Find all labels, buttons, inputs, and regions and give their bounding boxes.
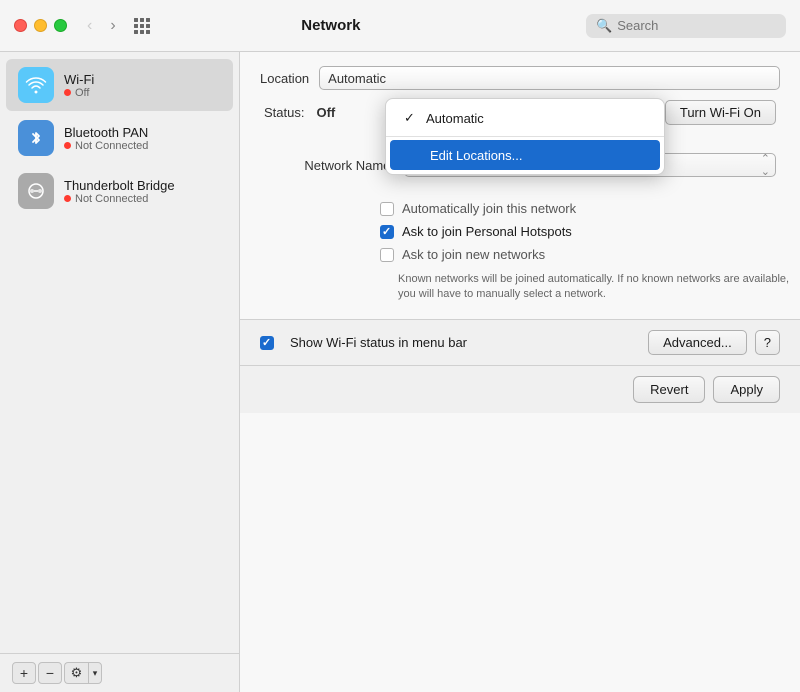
ask-hotspots-label: Ask to join Personal Hotspots — [402, 224, 572, 239]
location-bar: Location Automatic ✓ Automatic ✓ Edit Lo… — [240, 52, 800, 100]
apply-button[interactable]: Apply — [713, 376, 780, 403]
search-box[interactable]: 🔍 — [586, 14, 786, 38]
tb-item-status: Not Connected — [64, 193, 175, 205]
advanced-button[interactable]: Advanced... — [648, 330, 747, 355]
show-status-label: Show Wi-Fi status in menu bar — [290, 335, 467, 350]
bluetooth-icon — [18, 120, 54, 156]
dropdown-divider — [386, 136, 664, 137]
gear-select: ⚙ ▾ — [64, 662, 102, 684]
location-label: Location — [260, 71, 309, 86]
bt-item-status: Not Connected — [64, 140, 148, 152]
main-content: Wi-Fi Off Bluetooth PAN — [0, 52, 800, 692]
right-panel: Location Automatic ✓ Automatic ✓ Edit Lo… — [240, 52, 800, 692]
sidebar-list: Wi-Fi Off Bluetooth PAN — [0, 52, 239, 653]
turn-wifi-button[interactable]: Turn Wi-Fi On — [665, 100, 776, 125]
bt-status-dot — [64, 142, 71, 149]
ask-new-networks-row: Ask to join new networks — [240, 247, 800, 262]
thunderbolt-icon — [18, 173, 54, 209]
search-icon: 🔍 — [596, 18, 612, 34]
dropdown-item-automatic[interactable]: ✓ Automatic — [386, 103, 664, 133]
ask-new-networks-label: Ask to join new networks — [402, 247, 545, 262]
auto-join-label: Automatically join this network — [402, 201, 576, 216]
show-status-checkbox[interactable] — [260, 336, 274, 350]
tb-status-dot — [64, 195, 71, 202]
bottom-right-btns: Advanced... ? — [648, 330, 780, 355]
show-status-row: Show Wi-Fi status in menu bar — [260, 335, 638, 350]
status-label: Status: — [264, 105, 304, 120]
wifi-item-text: Wi-Fi Off — [64, 72, 94, 99]
revert-button[interactable]: Revert — [633, 376, 705, 403]
wifi-item-status: Off — [64, 87, 94, 99]
bottom-bar: Show Wi-Fi status in menu bar Advanced..… — [240, 319, 800, 365]
wifi-item-name: Wi-Fi — [64, 72, 94, 87]
help-text: Known networks will be joined automatica… — [240, 272, 800, 303]
checkmark-icon: ✓ — [404, 110, 418, 126]
bt-item-name: Bluetooth PAN — [64, 125, 148, 140]
search-input[interactable] — [617, 18, 776, 33]
close-button[interactable] — [14, 19, 27, 32]
tb-item-text: Thunderbolt Bridge Not Connected — [64, 178, 175, 205]
tb-item-name: Thunderbolt Bridge — [64, 178, 175, 193]
sidebar-item-thunderbolt[interactable]: Thunderbolt Bridge Not Connected — [6, 165, 233, 217]
gear-button[interactable]: ⚙ — [64, 662, 88, 684]
title-bar: ‹ › Network 🔍 — [0, 0, 800, 52]
sidebar-item-bluetooth[interactable]: Bluetooth PAN Not Connected — [6, 112, 233, 164]
dropdown-item-edit-locations[interactable]: ✓ Edit Locations... — [390, 140, 660, 170]
footer-buttons: Revert Apply — [240, 365, 800, 413]
location-dropdown: ✓ Automatic ✓ Edit Locations... — [385, 98, 665, 175]
gear-chevron-button[interactable]: ▾ — [88, 662, 102, 684]
add-network-button[interactable]: + — [12, 662, 36, 684]
window-title: Network — [86, 17, 576, 34]
minimize-button[interactable] — [34, 19, 47, 32]
ask-new-networks-checkbox[interactable] — [380, 248, 394, 262]
maximize-button[interactable] — [54, 19, 67, 32]
bt-item-text: Bluetooth PAN Not Connected — [64, 125, 148, 152]
auto-join-row: Automatically join this network — [240, 201, 800, 216]
wifi-icon — [18, 67, 54, 103]
help-button[interactable]: ? — [755, 330, 780, 355]
sidebar-footer: + − ⚙ ▾ — [0, 653, 239, 692]
ask-hotspots-checkbox[interactable] — [380, 225, 394, 239]
auto-join-checkbox[interactable] — [380, 202, 394, 216]
sidebar: Wi-Fi Off Bluetooth PAN — [0, 52, 240, 692]
location-select[interactable]: Automatic — [319, 66, 780, 90]
ask-hotspots-row: Ask to join Personal Hotspots — [240, 224, 800, 239]
traffic-lights — [14, 19, 67, 32]
wifi-status-dot — [64, 89, 71, 96]
remove-network-button[interactable]: − — [38, 662, 62, 684]
status-value: Off — [316, 105, 335, 120]
sidebar-item-wifi[interactable]: Wi-Fi Off — [6, 59, 233, 111]
network-name-label: Network Name: — [264, 158, 394, 173]
